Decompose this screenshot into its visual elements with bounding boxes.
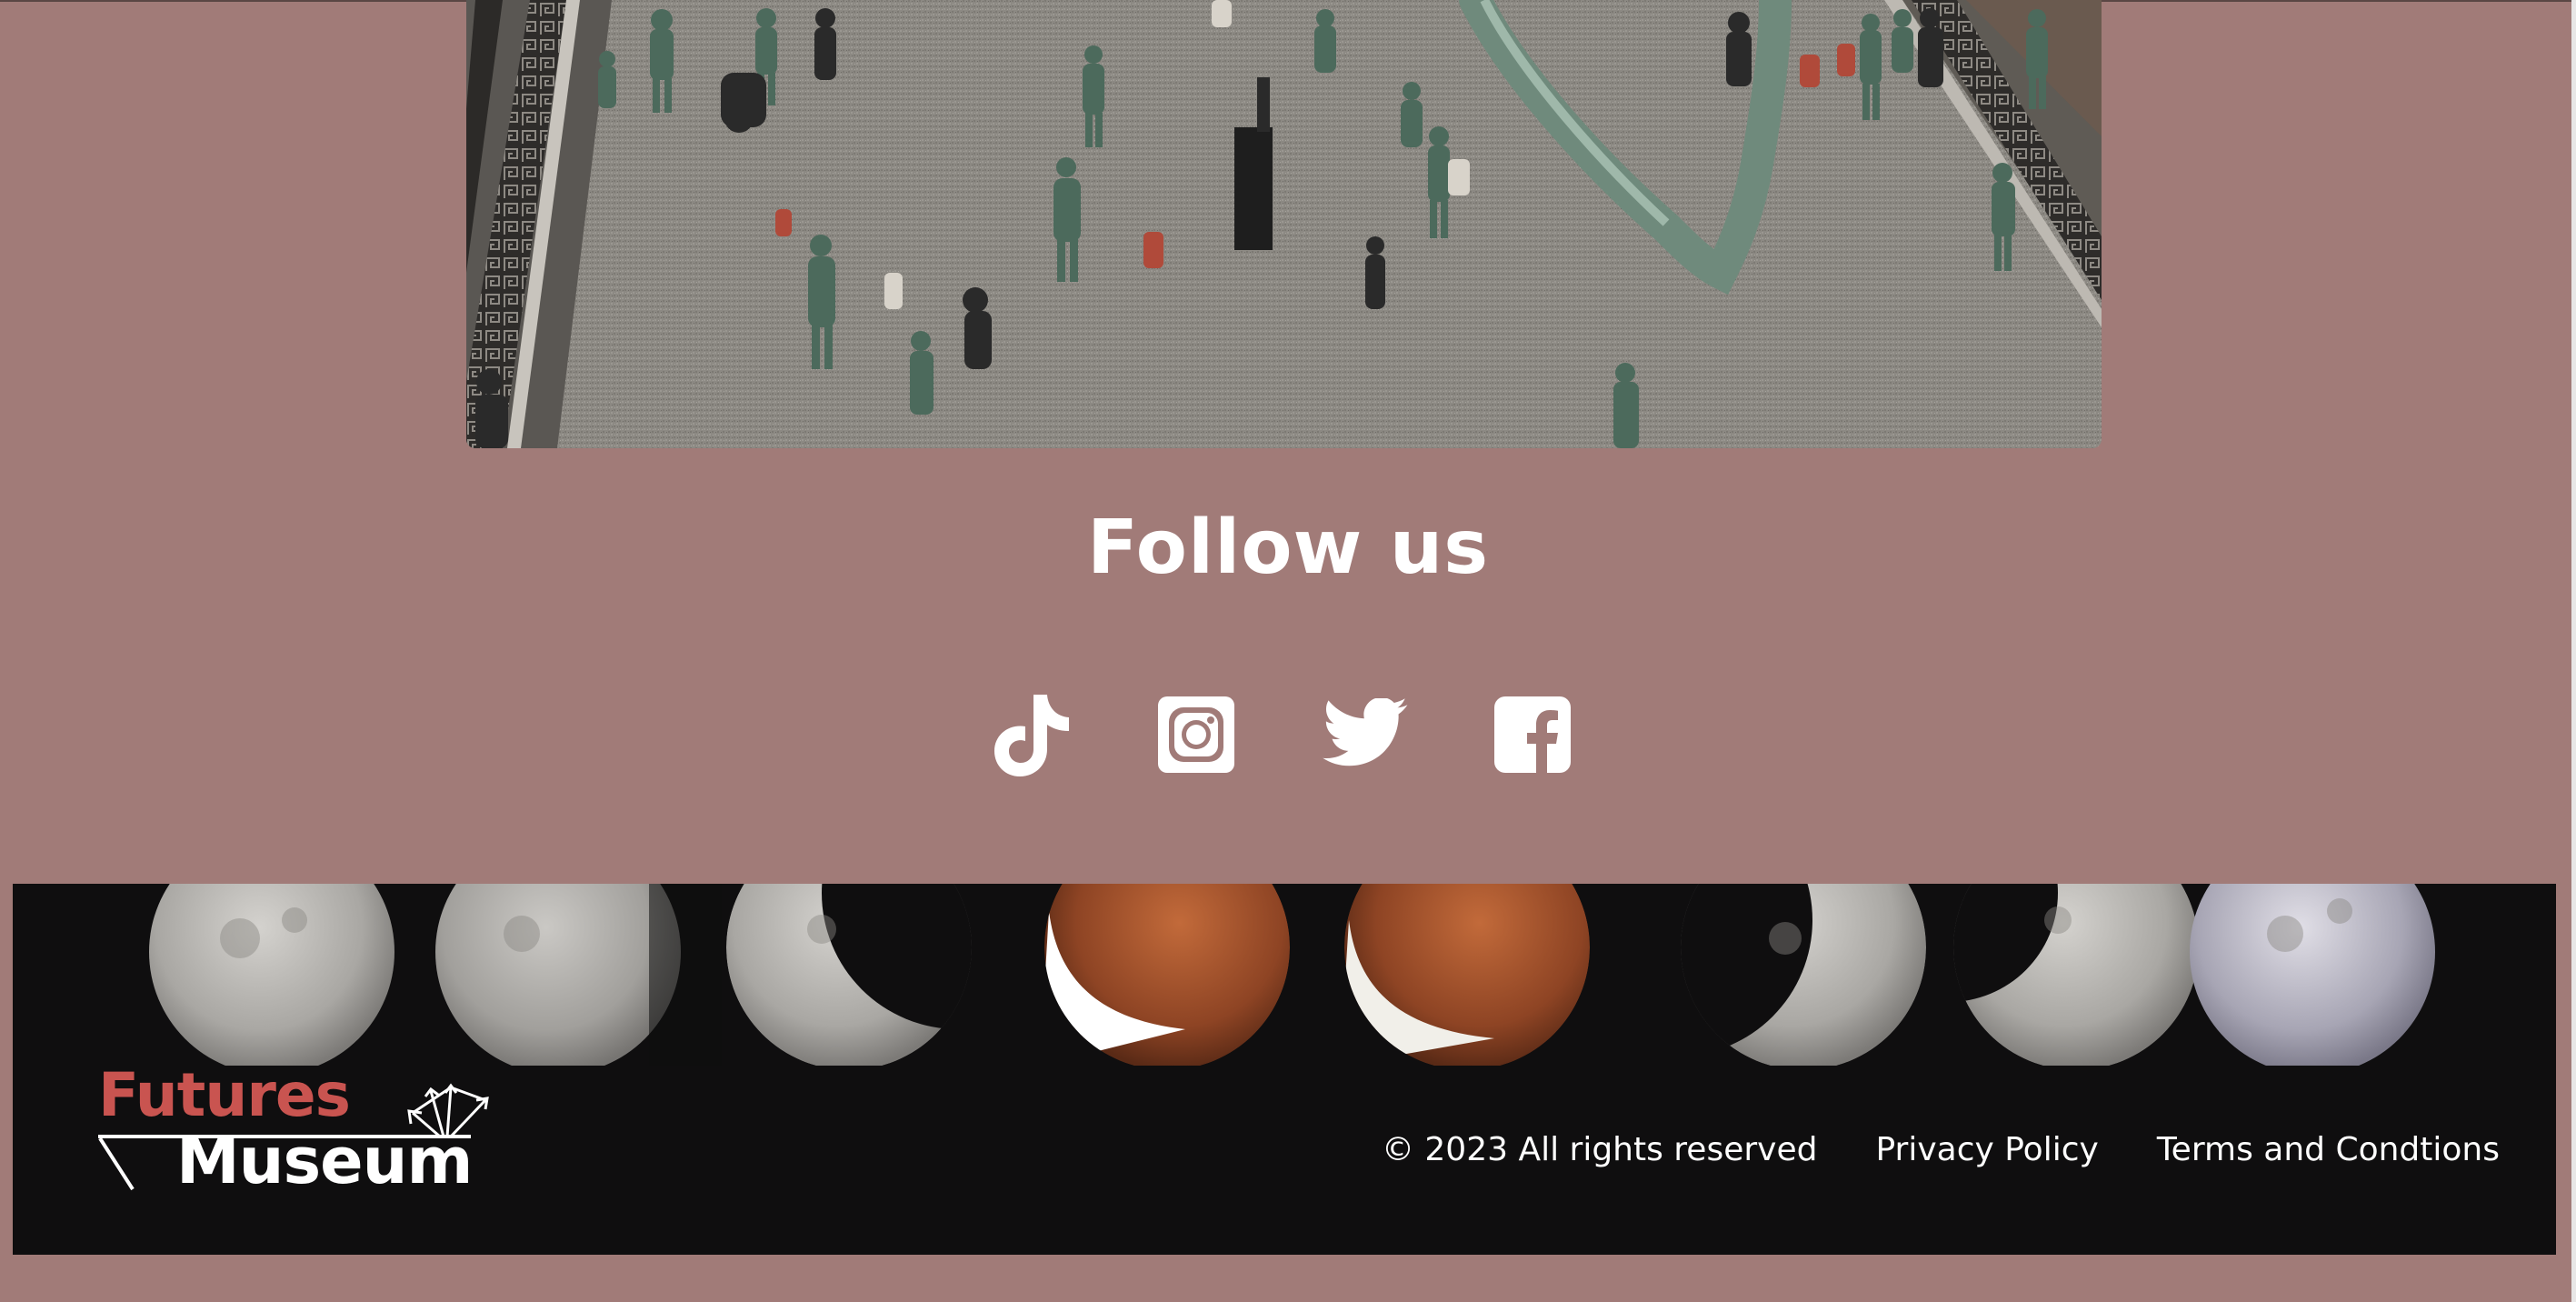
footer-links: © 2023 All rights reserved Privacy Polic… xyxy=(1382,1131,2500,1168)
site-footer: Futures Museum © 2023 All rights reserve… xyxy=(13,884,2556,1255)
lunar-eclipse-banner xyxy=(13,884,2556,1066)
tiktok-icon[interactable] xyxy=(991,693,1074,776)
moon-phase-1 xyxy=(149,884,394,1066)
futures-museum-logo[interactable]: Futures Museum xyxy=(84,1066,520,1209)
copyright-text: © 2023 All rights reserved xyxy=(1381,1131,1818,1168)
scrollbar-track[interactable] xyxy=(2571,0,2576,1302)
logo-text-futures: Futures xyxy=(98,1060,351,1130)
logo-text-museum: Museum xyxy=(176,1124,473,1198)
follow-us-heading: Follow us xyxy=(1086,505,1490,591)
terms-and-conditions-link[interactable]: Terms and Condtions xyxy=(2157,1131,2500,1168)
privacy-policy-link[interactable]: Privacy Policy xyxy=(1875,1131,2098,1168)
instagram-icon[interactable] xyxy=(1154,693,1238,776)
twitter-icon[interactable] xyxy=(1320,693,1411,776)
hero-museum-photo xyxy=(466,0,2102,448)
facebook-icon[interactable] xyxy=(1491,693,1574,776)
